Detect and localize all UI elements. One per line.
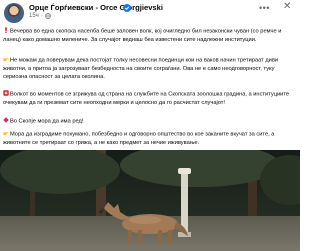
facebook-post: Орце Ѓорѓиевски - Orce Gjorgjievski 15ч … [0,0,300,251]
author-avatar[interactable] [4,3,24,23]
globe-icon [44,13,51,19]
exclamation-mark-emoji [5,27,7,33]
post-timestamp[interactable]: 15ч [29,13,39,19]
paragraph-text: Вечерва во една скопска населба беше зал… [3,28,282,43]
more-options-icon[interactable]: ••• [259,4,270,13]
post-paragraph: Мора да изградиме похумано, побезбедно и… [3,130,296,147]
pointing-finger-emoji [3,132,9,136]
red-diamond-emoji [3,117,9,123]
author-name[interactable]: Орце Ѓорѓиевски - Orce Gjorgjievski [29,3,163,12]
red-cross-emoji [3,90,9,96]
paragraph-text: Волкот во моментов се згрижува од страна… [3,91,290,106]
pointing-finger-emoji [3,58,9,62]
post-paragraph: Во Скопје мора да има ред! [3,117,296,126]
paragraph-text: Мора да изградиме похумано, побезбедно и… [3,131,275,146]
post-photo[interactable] [0,150,300,251]
post-meta: 15ч · [29,13,51,19]
post-paragraph: Не можам да поверувам дека постојат толк… [3,56,296,81]
post-paragraph: Волкот во моментов се згрижува од страна… [3,90,296,107]
close-icon[interactable]: ✕ [283,2,291,12]
paragraph-text: Во Скопје мора да има ред! [10,118,84,125]
meta-separator: · [40,13,43,19]
verified-badge-icon [123,3,131,12]
paragraph-text: Не можам да поверувам дека постојат толк… [3,57,279,80]
post-paragraph: Вечерва во една скопска населба беше зал… [3,27,296,44]
